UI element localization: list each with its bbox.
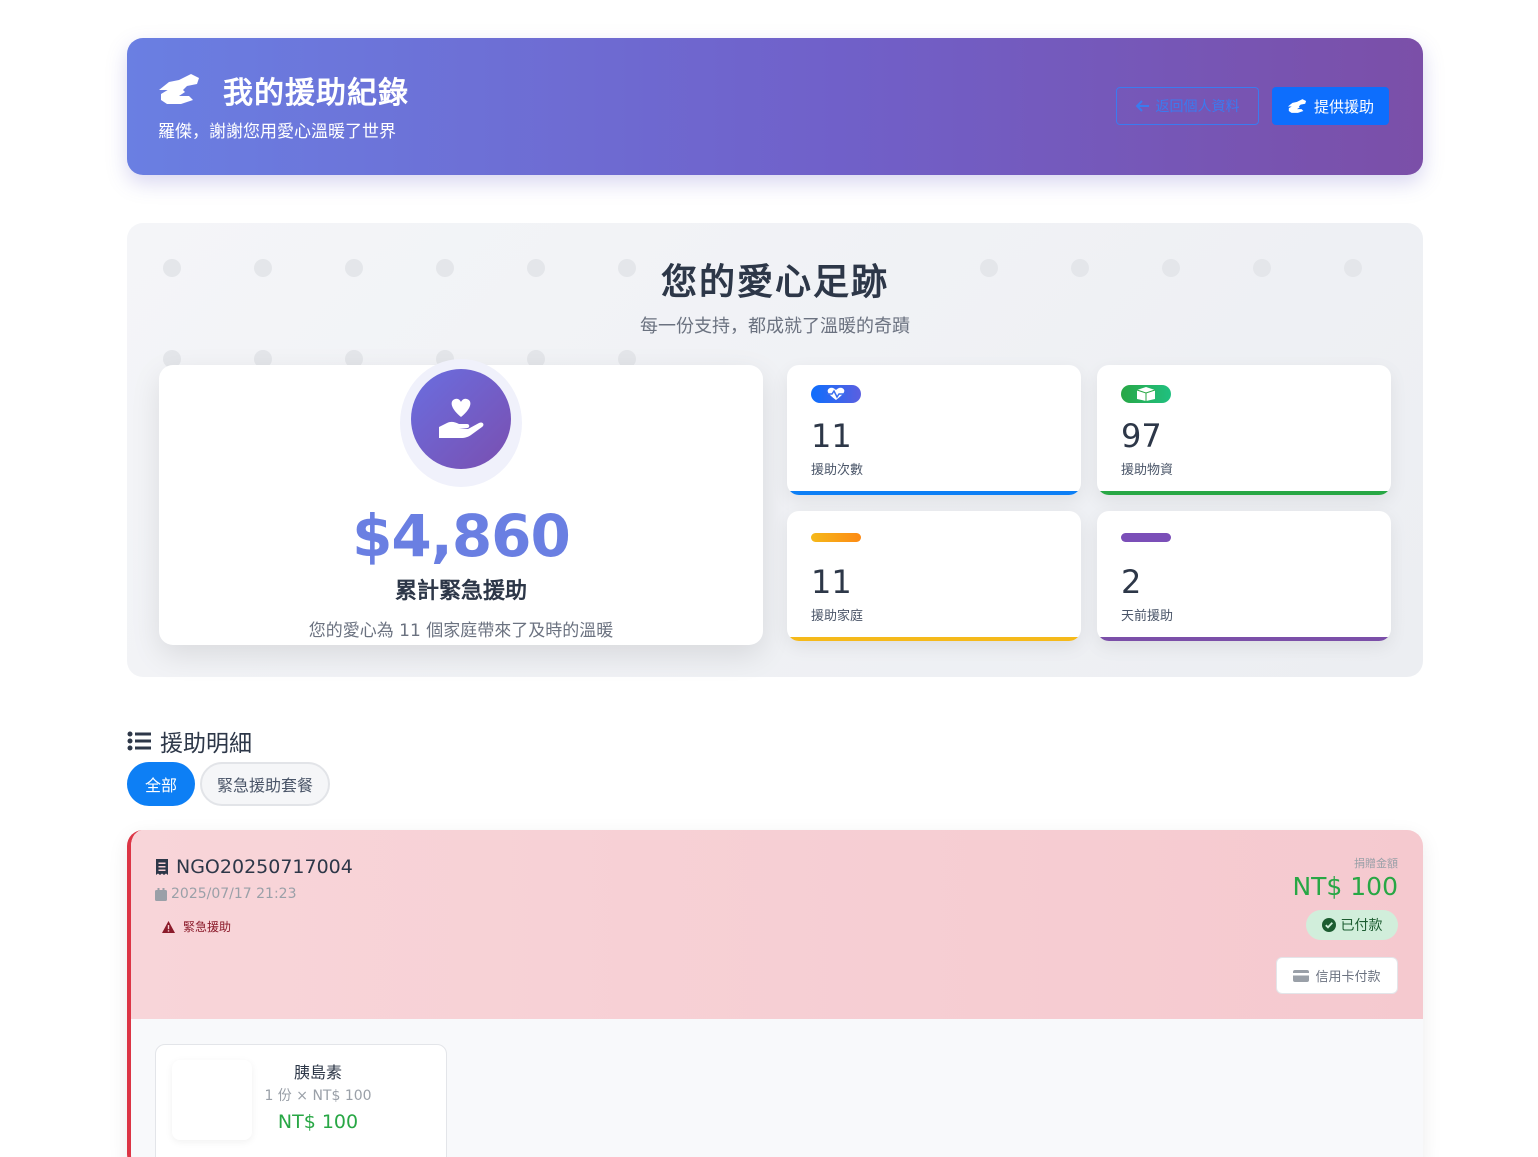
order-date-text: 2025/07/17 21:23 [171,886,297,902]
stat-families-count: 11 援助家庭 [787,511,1081,641]
warning-icon [162,920,175,933]
stat-label: 援助物資 [1121,463,1174,478]
stat-accent-bar [1097,637,1391,641]
stat-accent-bar [787,491,1081,495]
stat-label: 援助次數 [811,463,864,478]
hand-holding-heart-icon [1287,99,1307,113]
arrow-left-icon [1135,100,1149,112]
donation-amount-label: 捐贈金額 [1354,857,1398,870]
stat-value: 11 [811,563,852,601]
order-type-text: 緊急援助 [183,920,232,934]
box-open-icon [1121,385,1171,403]
back-to-profile-button[interactable]: 返回個人資料 [1116,87,1259,125]
order-type-badge: 緊急援助 [162,918,231,935]
give-button-label: 提供援助 [1313,97,1374,116]
heartbeat-icon [811,385,861,403]
item-image [172,1060,252,1140]
hand-holding-heart-icon [159,74,199,104]
stat-accent-bar [1097,491,1391,495]
back-button-label: 返回個人資料 [1155,99,1240,115]
details-heading: 援助明細 [127,724,252,758]
stat-accent-pill [811,533,861,542]
page-title: 我的援助紀錄 [223,76,409,111]
payment-status-badge: 已付款 [1306,910,1398,940]
stat-value: 2 [1121,563,1142,601]
tab-emergency-kit[interactable]: 緊急援助套餐 [200,762,330,806]
summary-subtitle: 每一份支持，都成就了溫暖的奇蹟 [640,316,910,337]
receipt-icon [156,859,168,875]
stat-value: 11 [811,417,852,455]
stat-days-since: 2 天前援助 [1097,511,1391,641]
total-aid-amount: $4,860 [352,502,571,570]
check-circle-icon [1321,918,1336,932]
order-number: NGO20250717004 [155,856,353,878]
payment-method-badge: 信用卡付款 [1276,957,1398,994]
stat-accent-pill [1121,533,1171,542]
page-subtitle: 羅傑，謝謝您用愛心溫暖了世界 [158,122,396,142]
payment-method-text: 信用卡付款 [1315,970,1381,985]
stat-label: 援助家庭 [811,609,864,624]
tab-all[interactable]: 全部 [127,762,195,806]
calendar-icon [155,887,167,901]
item-name: 胰島素 [293,1063,342,1082]
total-aid-description: 您的愛心為 11 個家庭帶來了及時的溫暖 [308,621,614,641]
details-heading-label: 援助明細 [160,731,252,757]
stat-label: 天前援助 [1121,609,1174,624]
item-subtotal: NT$ 100 [277,1111,359,1133]
hand-holding-heart-icon [439,398,484,438]
item-quantity-price: 1 份 × NT$ 100 [264,1088,372,1104]
summary-title: 您的愛心足跡 [660,262,889,303]
stat-accent-bar [787,637,1081,641]
stat-aid-count: 11 援助次數 [787,365,1081,495]
donation-amount: NT$ 100 [1292,872,1398,901]
total-aid-icon [411,369,511,469]
total-aid-label: 累計緊急援助 [394,579,527,604]
give-aid-button[interactable]: 提供援助 [1272,87,1389,125]
stat-supplies-count: 97 援助物資 [1097,365,1391,495]
credit-card-icon [1293,969,1310,982]
stat-value: 97 [1121,417,1162,455]
payment-status-text: 已付款 [1340,918,1383,934]
order-date: 2025/07/17 21:23 [155,886,297,902]
order-number-text: NGO20250717004 [176,856,353,878]
list-icon [127,731,151,751]
